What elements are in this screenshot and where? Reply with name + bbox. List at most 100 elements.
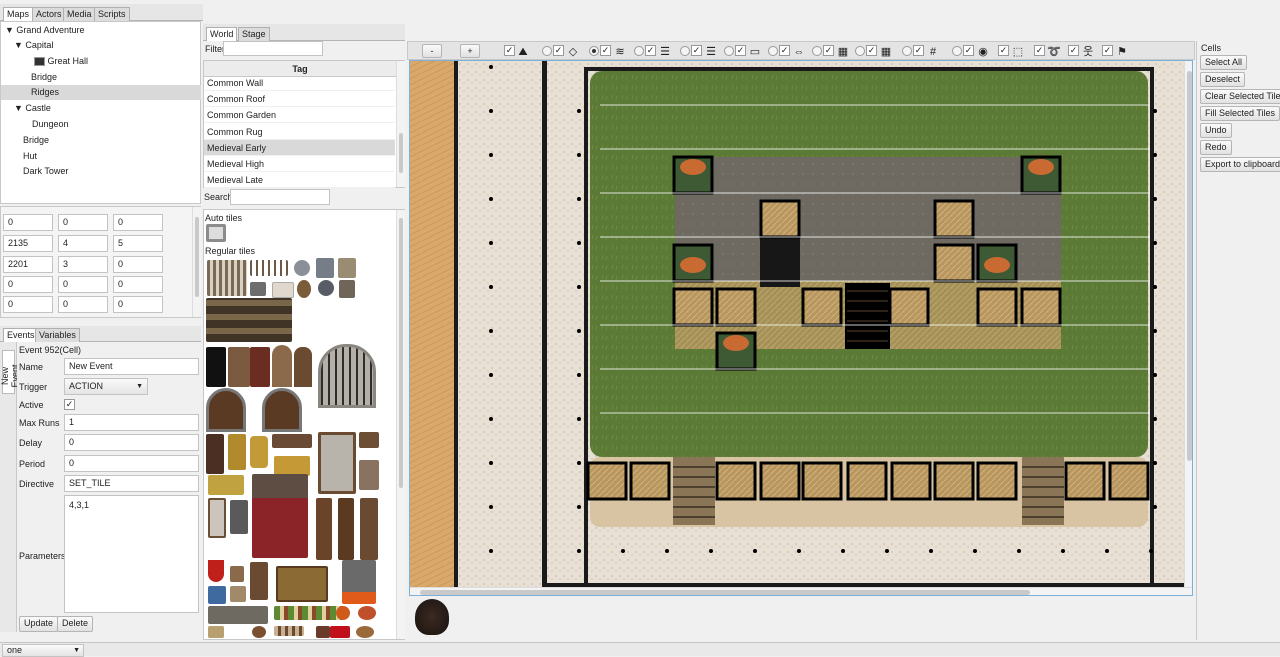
scarecrow-tile[interactable]	[338, 258, 356, 278]
shield-tile[interactable]	[208, 560, 224, 582]
map-hscrollbar[interactable]	[410, 587, 1192, 595]
export-to-clipboard-button[interactable]: Export to clipboard	[1200, 157, 1280, 172]
tree-item-dark-tower[interactable]: Dark Tower	[1, 164, 201, 179]
grid-cell[interactable]: 0	[58, 296, 108, 313]
grid-cell[interactable]: 0	[58, 276, 108, 293]
clear-selected-tiles-button[interactable]: Clear Selected Tiles	[1200, 89, 1280, 104]
scroll-thumb[interactable]	[1187, 71, 1192, 461]
delay-field[interactable]: 0	[64, 434, 199, 451]
fountain-tile[interactable]	[316, 258, 334, 278]
grid-cell[interactable]: 4	[58, 235, 108, 252]
expand-arrow-icon[interactable]: ▼	[1, 40, 25, 50]
grid-cell[interactable]: 5	[113, 235, 163, 252]
cauldron-tile[interactable]	[318, 280, 334, 296]
items-tile[interactable]	[316, 626, 330, 638]
tab-stage[interactable]: Stage	[238, 27, 270, 41]
grid-cell[interactable]: 2201	[3, 256, 53, 273]
mountain-icon[interactable]: ⛰	[514, 45, 532, 59]
directive-field[interactable]: SET_TILE	[64, 475, 199, 492]
layer-radio[interactable]	[902, 46, 912, 56]
tag-row[interactable]: Medieval Early	[204, 140, 395, 156]
fence-tile[interactable]	[250, 260, 288, 276]
door-tile[interactable]	[228, 347, 250, 387]
grid-cell[interactable]: 3	[58, 256, 108, 273]
tree-item-grand-adventure[interactable]: ▼ Grand Adventure	[1, 23, 201, 38]
grid-cell[interactable]: 0	[3, 276, 53, 293]
layer-toggle-checkbox[interactable]: ✓	[1034, 45, 1045, 56]
name-field[interactable]: New Event	[64, 358, 199, 375]
zoom-in-button[interactable]: +	[460, 44, 480, 58]
dark-doorway-tile[interactable]	[206, 347, 226, 387]
layer-toggle-checkbox[interactable]: ✓	[963, 45, 974, 56]
stool-tile[interactable]	[359, 432, 379, 448]
shelf-tile[interactable]	[338, 498, 354, 560]
layer-toggle-checkbox[interactable]: ✓	[645, 45, 656, 56]
wall-icon[interactable]: ▦	[834, 45, 852, 59]
barrel-tile[interactable]	[250, 436, 268, 468]
grid-cell[interactable]: 0	[113, 256, 163, 273]
grid-cell[interactable]: 0	[113, 296, 163, 313]
tab-events[interactable]: Events	[3, 328, 39, 342]
tree-item-bridge[interactable]: Bridge	[1, 133, 201, 148]
crate-tile[interactable]	[208, 475, 244, 495]
layer-radio[interactable]	[952, 46, 962, 56]
barrel-shelf-tile[interactable]	[206, 298, 292, 342]
chest-tile[interactable]	[228, 434, 246, 470]
tree-item-great-hall[interactable]: Great Hall	[1, 54, 201, 69]
layer-toggle-checkbox[interactable]: ✓	[866, 45, 877, 56]
fireplace-tile[interactable]	[342, 560, 376, 604]
anvil-tile[interactable]	[250, 282, 266, 296]
maxruns-field[interactable]: 1	[64, 414, 199, 431]
tree-item-ridges[interactable]: Ridges	[1, 85, 201, 100]
wall-icon[interactable]: ▦	[877, 45, 895, 59]
table-tile[interactable]	[208, 606, 268, 624]
layer-radio[interactable]	[855, 46, 865, 56]
grid-cell[interactable]: 2135	[3, 235, 53, 252]
layer-toggle-checkbox[interactable]: ✓	[1102, 45, 1113, 56]
trigger-select[interactable]: ACTION ▼	[64, 378, 148, 395]
layers-stack-icon[interactable]: ☰	[656, 45, 674, 59]
layer-radio[interactable]	[680, 46, 690, 56]
rack-tile[interactable]	[272, 282, 294, 298]
crate-tile[interactable]	[274, 456, 310, 476]
canopy-bed-tile[interactable]	[252, 474, 308, 558]
scroll-thumb[interactable]	[399, 218, 403, 488]
layer-toggle-checkbox[interactable]: ✓	[1068, 45, 1079, 56]
fill-selected-tiles-button[interactable]: Fill Selected Tiles	[1200, 106, 1280, 121]
update-button[interactable]: Update	[19, 616, 59, 632]
layer-radio[interactable]	[589, 46, 599, 56]
expand-arrow-icon[interactable]: ▼	[1, 25, 16, 35]
road-icon[interactable]: ⇔	[790, 45, 808, 59]
grid-cell[interactable]: 0	[113, 276, 163, 293]
search-input[interactable]	[230, 189, 330, 205]
layer-radio[interactable]	[542, 46, 552, 56]
mirror-tile[interactable]	[208, 498, 226, 538]
layer-radio[interactable]	[812, 46, 822, 56]
delete-button[interactable]: Delete	[57, 616, 94, 632]
zoom-out-button[interactable]: -	[422, 44, 442, 58]
layer-radio[interactable]	[724, 46, 734, 56]
layers-icon[interactable]: ≋	[611, 45, 629, 59]
items-tile[interactable]	[274, 626, 304, 636]
expand-arrow-icon[interactable]: ▼	[1, 103, 25, 113]
layer-toggle-checkbox[interactable]: ✓	[998, 45, 1009, 56]
arched-door-tile[interactable]	[294, 347, 312, 387]
table-tile[interactable]	[297, 280, 311, 298]
tab-media[interactable]: Media	[63, 7, 96, 21]
tag-scrollbar[interactable]	[396, 61, 405, 187]
pumpkin-tile[interactable]	[356, 626, 374, 638]
chair-tile[interactable]	[230, 566, 244, 582]
layer-toggle-checkbox[interactable]: ✓	[691, 45, 702, 56]
layer-radio[interactable]	[768, 46, 778, 56]
shelf-tile[interactable]	[316, 498, 332, 560]
scroll-thumb[interactable]	[195, 217, 199, 297]
layer-toggle-checkbox[interactable]: ✓	[913, 45, 924, 56]
layer-toggle-checkbox[interactable]: ✓	[735, 45, 746, 56]
arch-door-tile[interactable]	[262, 388, 302, 432]
status-dropdown[interactable]: one ▼	[2, 644, 84, 657]
active-checkbox[interactable]: ✓	[64, 399, 75, 410]
grid-cell[interactable]: 0	[113, 214, 163, 231]
eye-icon[interactable]: ◉	[974, 45, 992, 59]
tree-item-capital[interactable]: ▼ Capital	[1, 38, 201, 53]
period-field[interactable]: 0	[64, 455, 199, 472]
